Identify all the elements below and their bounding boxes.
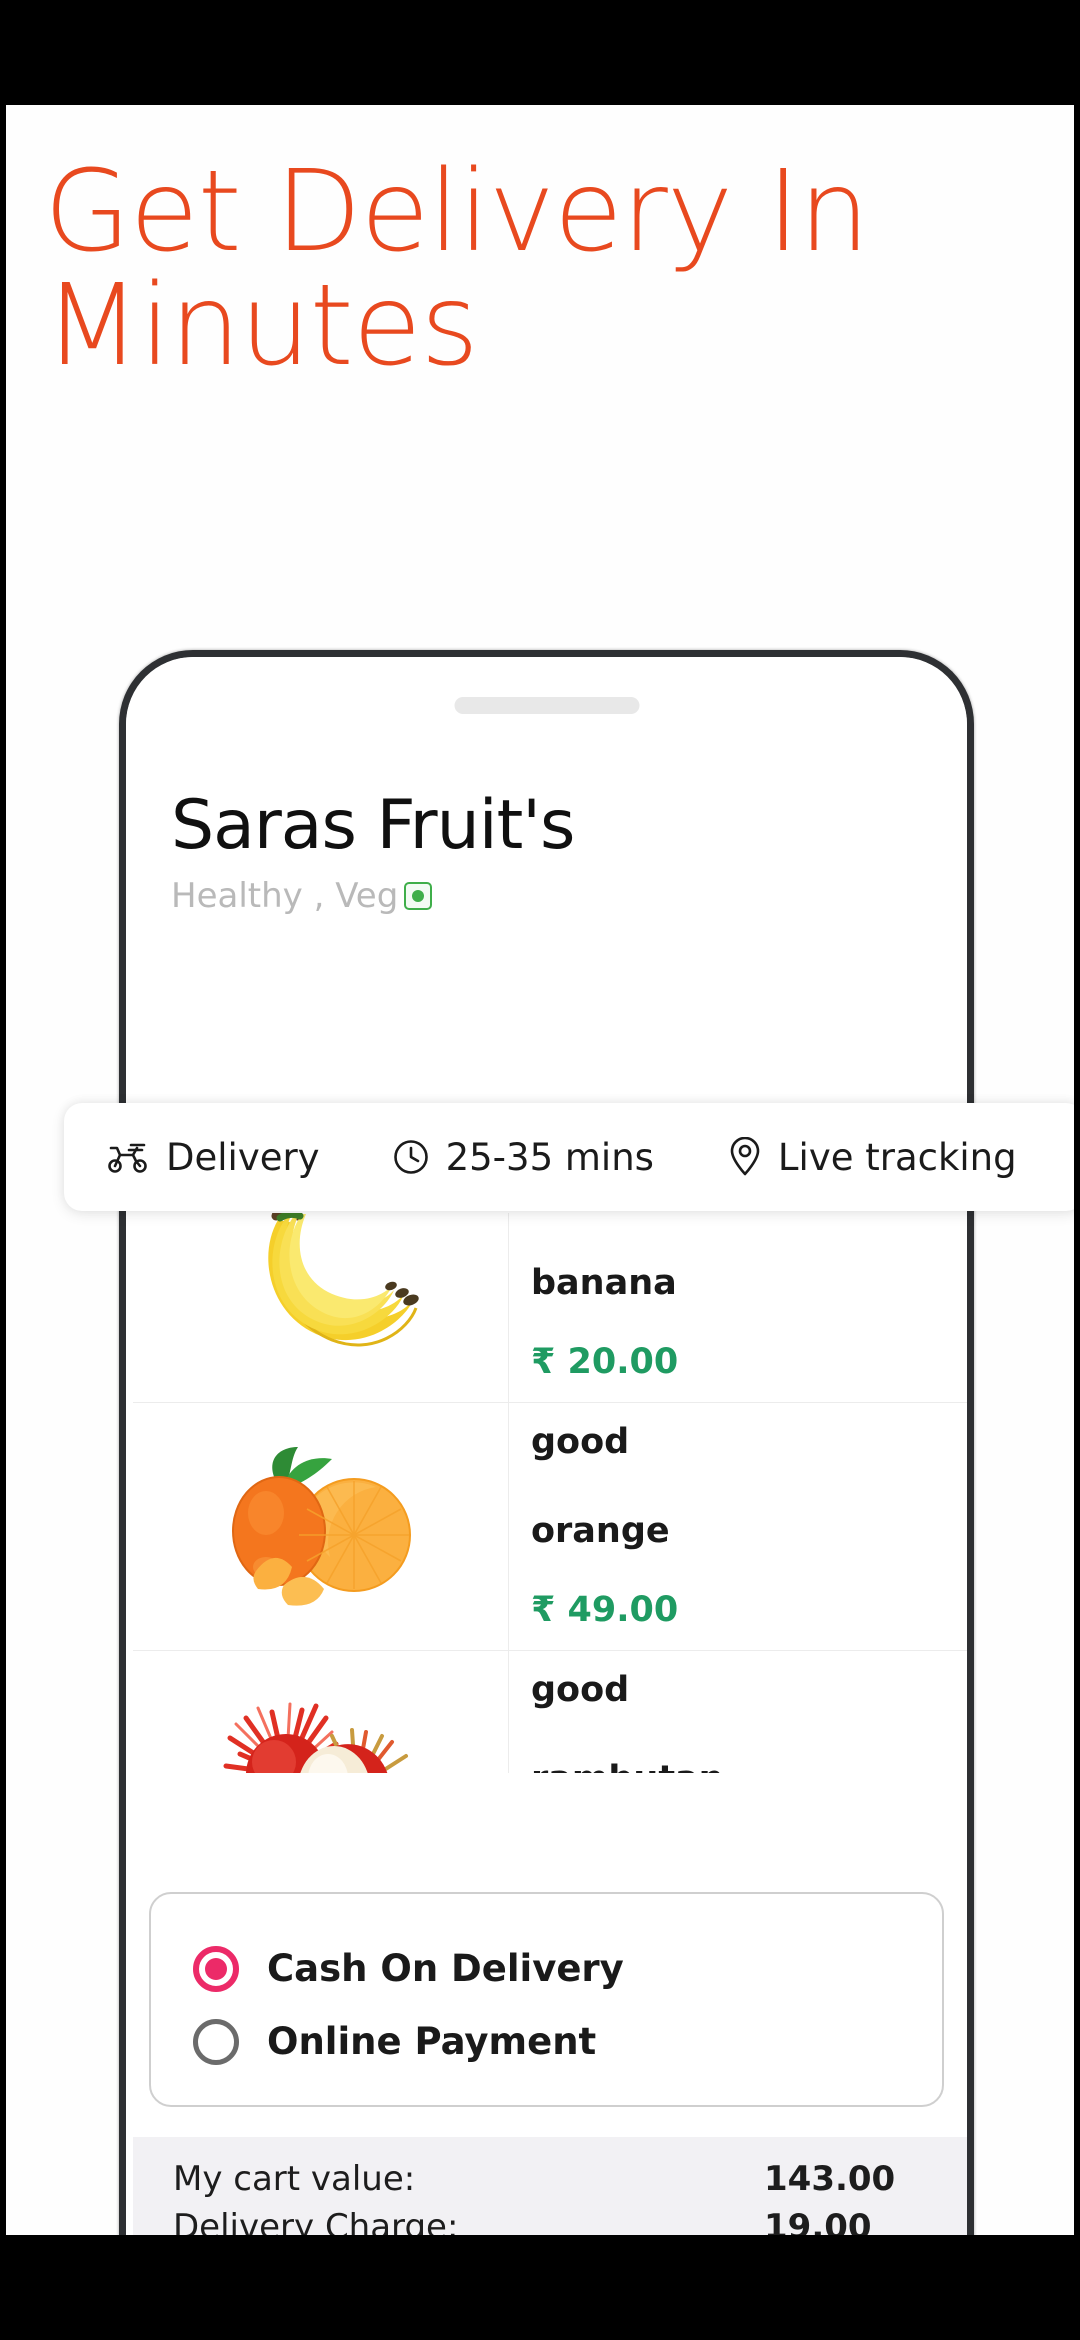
letterbox-left: [0, 0, 6, 2340]
table-row[interactable]: good rambutan ₹ 50.00 Qty: 1: [133, 1651, 967, 1773]
delivery-charge-label: Delivery Charge:: [173, 2207, 459, 2235]
item-price: ₹ 20.00: [531, 1342, 679, 1382]
rambutan-image: [223, 1702, 408, 1773]
store-name: Saras Fruit's: [171, 786, 575, 865]
payment-option-label: Cash On Delivery: [267, 1947, 624, 1990]
cart-items-list[interactable]: good banana ₹ 20.00 Qty: 1: [133, 1213, 967, 1773]
radio-unselected-icon[interactable]: [193, 2018, 239, 2065]
banana-image: [267, 1213, 419, 1346]
cart-value-amount: 143.00: [764, 2159, 896, 2199]
payment-option-online-payment[interactable]: Online Payment: [151, 2005, 942, 2078]
phone-mockup: Saras Fruit's Healthy , Veg banana ₹ 20.…: [119, 650, 974, 2235]
payment-option-label: Online Payment: [267, 2020, 597, 2063]
item-info-cell: good rambutan ₹ 50.00 Qty: 1: [509, 1651, 967, 1774]
item-price: ₹ 49.00: [531, 1590, 679, 1630]
orange-image: [231, 1447, 411, 1606]
item-name: rambutan: [531, 1762, 967, 1774]
delivery-info-delivery: Delivery: [106, 1136, 320, 1179]
delivery-label: Delivery: [166, 1135, 320, 1179]
store-tags-label: Healthy , Veg: [171, 876, 399, 916]
item-info-cell: good orange ₹ 49.00 Qty: 1: [509, 1403, 967, 1682]
item-tag: good: [531, 1670, 630, 1710]
payment-method-card: Cash On Delivery Online Payment: [149, 1892, 944, 2107]
delivery-info-live-tracking: Live tracking: [728, 1136, 1017, 1179]
item-name: banana: [531, 1263, 677, 1303]
delivery-charge-amount: 19.00: [764, 2207, 872, 2235]
item-tag: good: [531, 1422, 630, 1462]
promo-screenshot: Get Delivery In Minutes Saras Fruit's He…: [0, 0, 1080, 2340]
item-info-cell: good banana ₹ 20.00 Qty: 1: [509, 1213, 967, 1434]
clock-icon: [392, 1138, 430, 1176]
delivery-info-eta: 25-35 mins: [392, 1136, 654, 1179]
promo-headline: Get Delivery In Minutes: [44, 147, 870, 392]
table-row[interactable]: good banana ₹ 20.00 Qty: 1: [133, 1213, 967, 1434]
veg-indicator-icon: [404, 882, 433, 910]
total-row-delivery-charge: Delivery Charge: 19.00: [133, 2207, 967, 2235]
eta-label: 25-35 mins: [445, 1135, 654, 1179]
radio-selected-icon[interactable]: [193, 1945, 239, 1992]
letterbox-right: [1074, 0, 1080, 2340]
item-thumbnail-cell: [133, 1403, 509, 1650]
order-totals: My cart value: 143.00 Delivery Charge: 1…: [133, 2137, 967, 2235]
phone-screen: Saras Fruit's Healthy , Veg banana ₹ 20.…: [126, 657, 967, 2235]
letterbox-bottom: [0, 2235, 1080, 2340]
live-tracking-label: Live tracking: [777, 1135, 1017, 1179]
page-canvas: Get Delivery In Minutes Saras Fruit's He…: [6, 105, 1074, 2235]
item-thumbnail-cell: [133, 1651, 509, 1773]
payment-option-cash-on-delivery[interactable]: Cash On Delivery: [151, 1932, 942, 2005]
letterbox-top: [0, 0, 1080, 105]
scooter-icon: [106, 1139, 150, 1175]
table-row[interactable]: good orange ₹ 49.00 Qty: 1: [133, 1403, 967, 1682]
phone-speaker-pill: [454, 697, 639, 714]
store-tags: Healthy , Veg: [171, 876, 911, 916]
total-row-cart-value: My cart value: 143.00: [133, 2159, 967, 2207]
item-thumbnail-cell: [133, 1213, 509, 1402]
location-pin-icon: [728, 1137, 762, 1177]
item-name: orange: [531, 1511, 670, 1551]
cart-value-label: My cart value:: [173, 2159, 416, 2199]
delivery-info-bar: Delivery 25-35 mins Live tracking: [64, 1103, 1074, 1211]
store-header: Saras Fruit's Healthy , Veg: [171, 786, 911, 917]
